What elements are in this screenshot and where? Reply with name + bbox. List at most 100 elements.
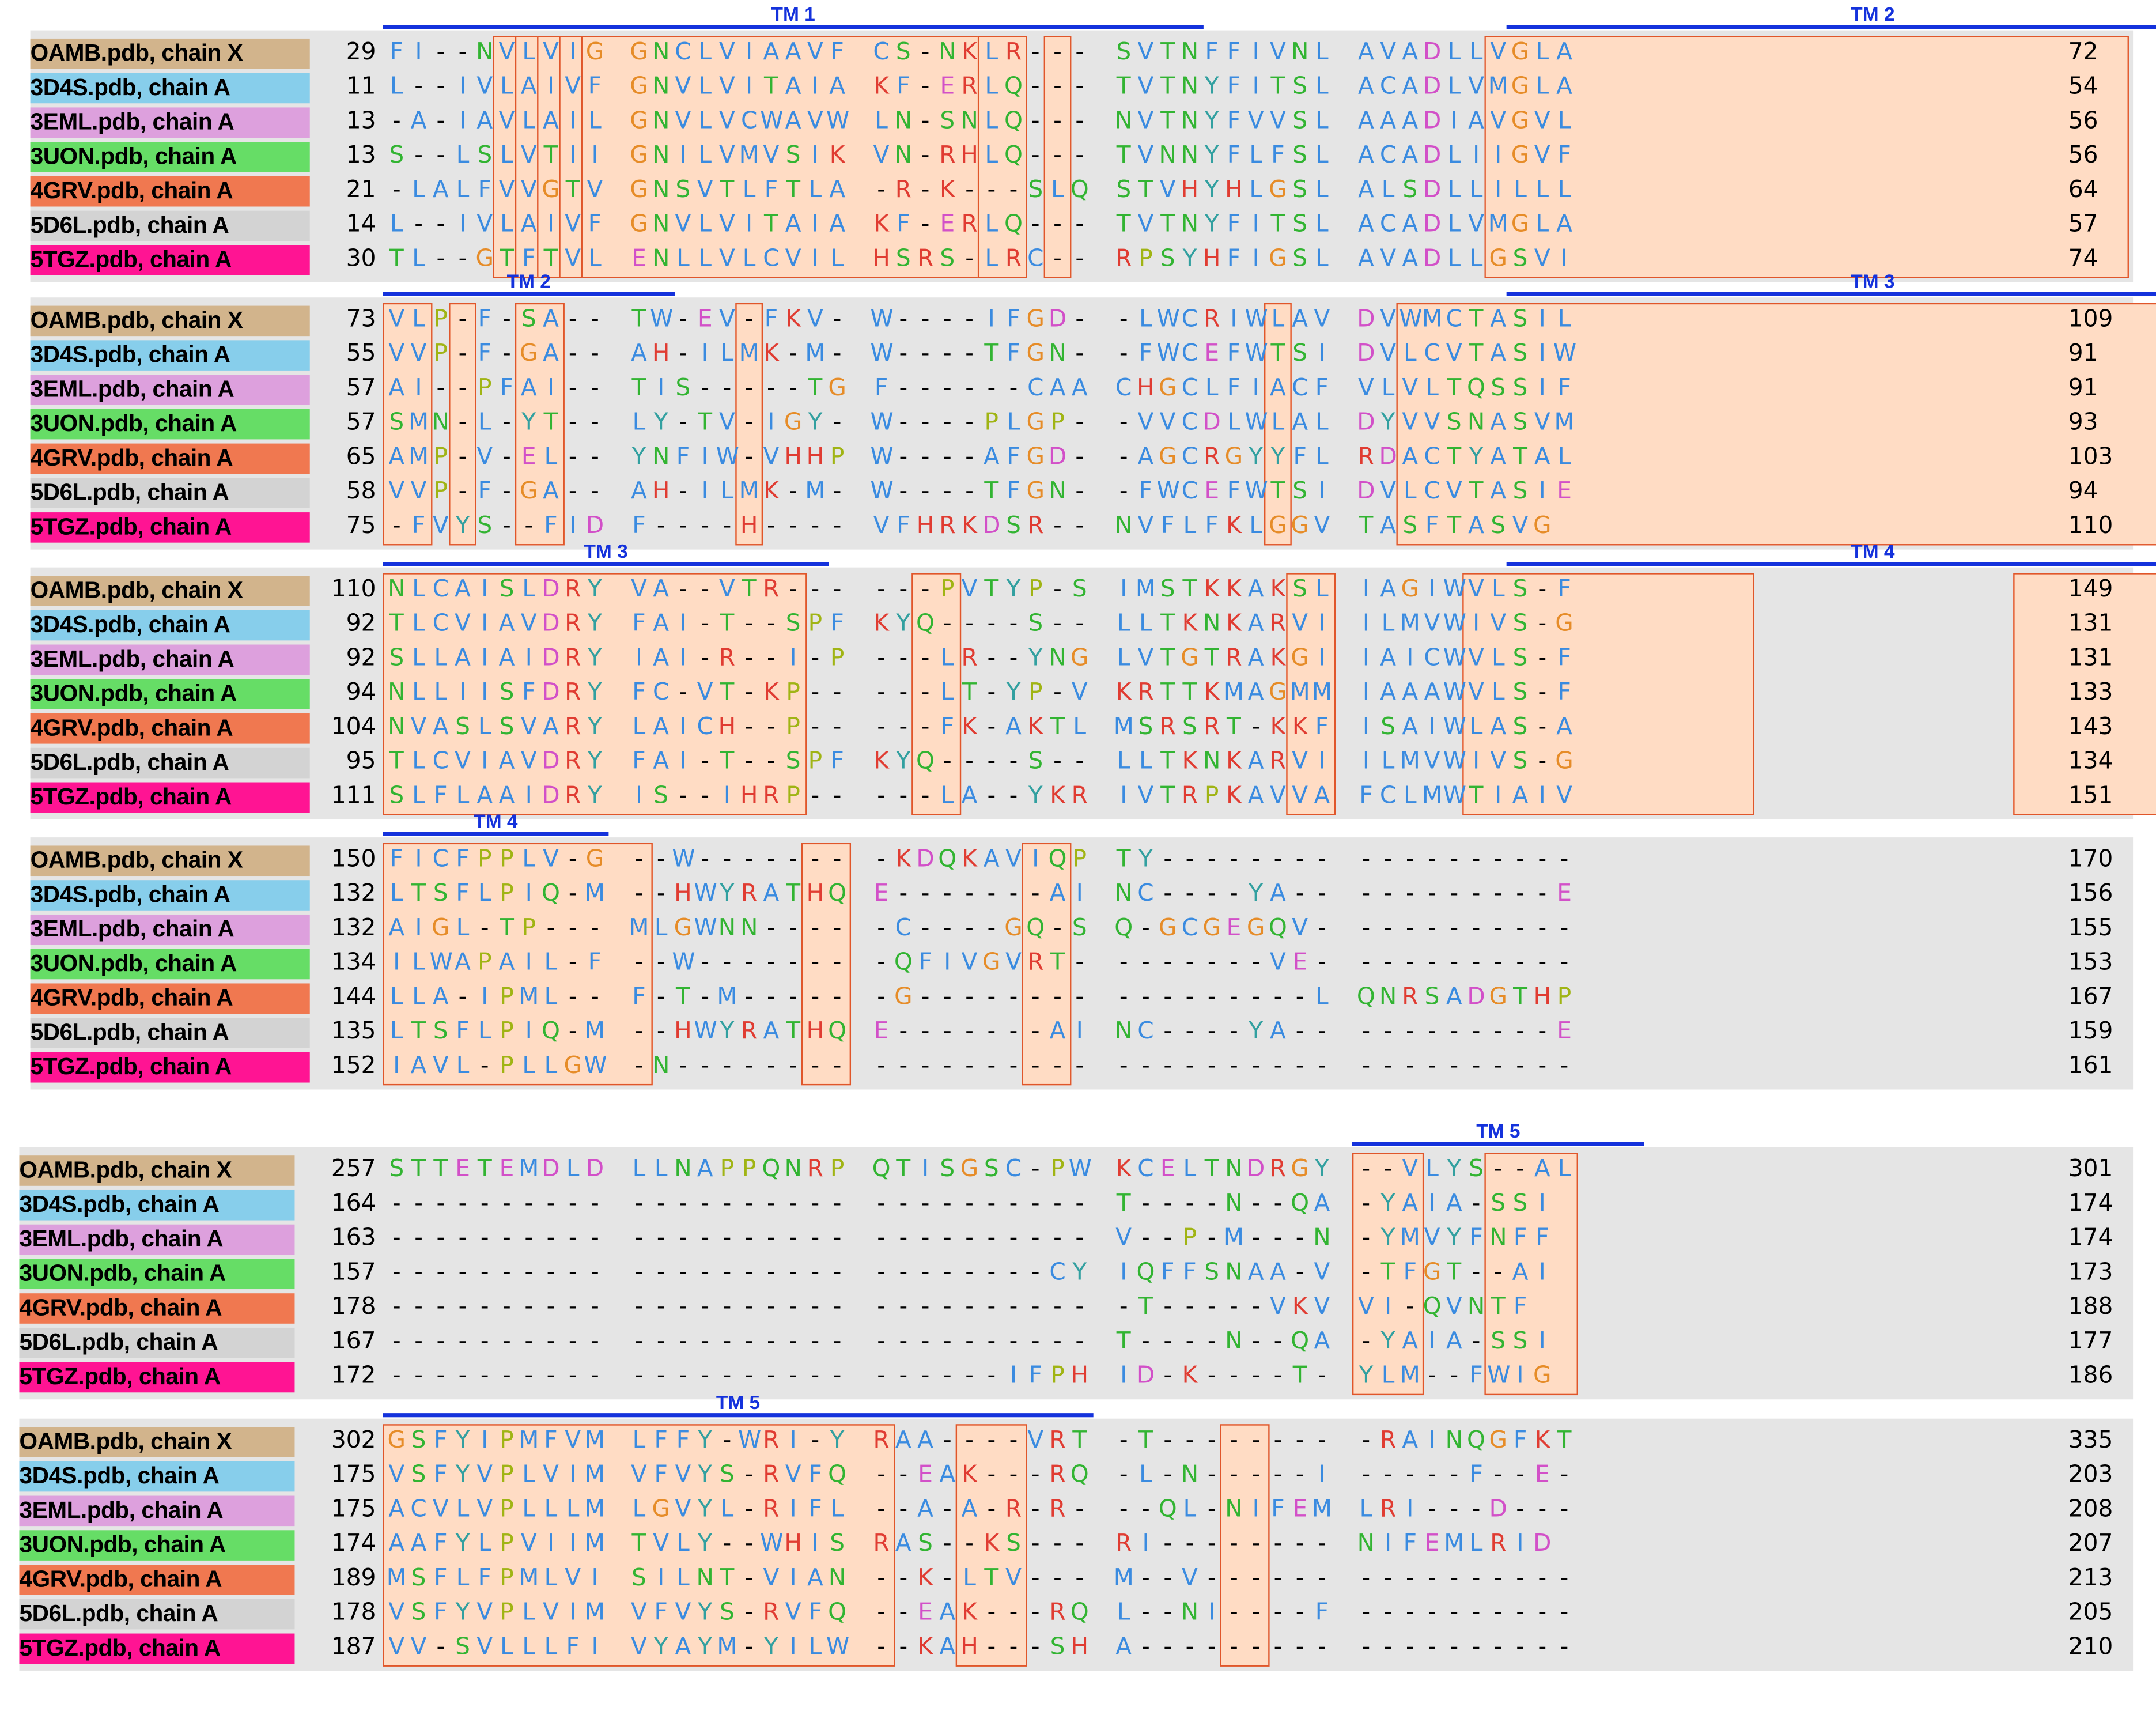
sequence-row: S--LSLVTIIGNILVMVSIKVN-RHLQ---TVNNYFLFSL… — [389, 142, 1571, 169]
sequence-name: OAMB.pdb, chain X — [19, 1155, 295, 1186]
end-position: 167 — [2068, 983, 2113, 1011]
sequence-row: AIGL-TP---MLGWNN-----C----GQ-SQ-GCGEGQV-… — [388, 914, 1569, 942]
sequence-name: 4GRV.pdb, chain A — [30, 176, 310, 207]
sequence-name: 5TGZ.pdb, chain A — [30, 512, 310, 543]
sequence-name: 5TGZ.pdb, chain A — [30, 245, 310, 276]
end-position: 210 — [2068, 1633, 2113, 1661]
sequence-name: OAMB.pdb, chain X — [30, 38, 310, 69]
sequence-row: SLLAIAIDRYIAI-R--I-P---LR--YNGLVTGTRAKGI… — [389, 644, 1571, 673]
end-position: 74 — [2068, 245, 2098, 273]
tm-segment-label: TM 2 — [506, 270, 551, 292]
end-position: 131 — [2068, 610, 2113, 638]
sequence-name: 4GRV.pdb, chain A — [30, 713, 310, 744]
start-position: 174 — [331, 1530, 376, 1558]
end-position: 159 — [2068, 1018, 2113, 1046]
conserved-region-box — [1484, 36, 2129, 278]
end-position: 143 — [2068, 713, 2113, 741]
tm-segment-bar — [383, 832, 609, 836]
start-position: 175 — [331, 1495, 376, 1524]
tm-segment-label: TM 5 — [716, 1391, 761, 1414]
end-position: 203 — [2068, 1461, 2113, 1489]
end-position: 153 — [2068, 949, 2113, 977]
sequence-row: ------------------------------T----N--QA… — [392, 1189, 1546, 1218]
sequence-row: ------------------------------V--P-M---N… — [392, 1224, 1549, 1252]
sequence-row: TLCVIAVDRYFAI-T--SPFKYQ----S--LLTKNKARVI… — [389, 747, 1573, 776]
alignment-figure: TM 1 TM 2 OAMB.pdb, chain X 29 F I - - N V L V I G G N C… — [0, 0, 2156, 1715]
start-position: 157 — [331, 1259, 376, 1287]
end-position: 174 — [2068, 1224, 2113, 1252]
start-position: 144 — [331, 983, 376, 1011]
end-position: 170 — [2068, 845, 2113, 874]
end-position: 208 — [2068, 1495, 2113, 1524]
end-position: 54 — [2068, 73, 2098, 101]
start-position: 172 — [331, 1362, 376, 1390]
end-position: 156 — [2068, 880, 2113, 908]
sequence-row: NLCAISLDRYVA--VTR------PVTYP-SIMSTKKAKSL… — [388, 576, 1571, 603]
end-position: 56 — [2068, 142, 2098, 169]
start-position: 73 — [346, 305, 376, 334]
end-position: 174 — [2068, 1189, 2113, 1218]
end-position: 161 — [2068, 1052, 2113, 1080]
start-position: 65 — [346, 443, 376, 471]
end-position: 94 — [2068, 478, 2098, 506]
end-position: 91 — [2068, 340, 2098, 368]
end-position: 205 — [2068, 1599, 2113, 1627]
start-position: 11 — [346, 73, 376, 101]
sequence-name: 5D6L.pdb, chain A — [30, 478, 310, 508]
end-position: 93 — [2068, 409, 2098, 437]
sequence-name: 3UON.pdb, chain A — [30, 679, 310, 709]
sequence-name: 5TGZ.pdb, chain A — [19, 1362, 295, 1393]
end-position: 64 — [2068, 176, 2098, 204]
sequence-name: 3EML.pdb, chain A — [30, 914, 310, 945]
sequence-row: GSFYIPMFVMLFFY-WRI-YRAA----VRT-T--------… — [387, 1427, 1572, 1455]
sequence-name: 5D6L.pdb, chain A — [30, 210, 310, 241]
sequence-name: 3D4S.pdb, chain A — [19, 1461, 295, 1492]
sequence-name: 3UON.pdb, chain A — [19, 1530, 295, 1561]
sequence-name: 3UON.pdb, chain A — [30, 949, 310, 980]
end-position: 131 — [2068, 644, 2113, 673]
end-position: 56 — [2068, 107, 2098, 135]
sequence-row: STTETEMDLDLLNAPPQNRPQTISGSC-PWKCELTNDRGY… — [389, 1155, 1571, 1184]
end-position: 91 — [2068, 375, 2098, 402]
end-position: 103 — [2068, 443, 2113, 471]
sequence-row: SLFLAAIDRYIS--IHRP-----LA--YKRIVTRPKAVVA… — [389, 782, 1572, 810]
end-position: 186 — [2068, 1362, 2113, 1390]
sequence-name: 3EML.pdb, chain A — [19, 1224, 295, 1255]
sequence-row: -------------------------------T-----VKV… — [392, 1293, 1527, 1321]
start-position: 302 — [331, 1427, 376, 1455]
end-position: 134 — [2068, 747, 2113, 776]
start-position: 95 — [346, 747, 376, 776]
tm-segment-label: TM 3 — [1851, 270, 1895, 292]
start-position: 257 — [331, 1155, 376, 1184]
sequence-name: 5TGZ.pdb, chain A — [19, 1633, 295, 1664]
end-position: 110 — [2068, 512, 2113, 540]
sequence-name: 3D4S.pdb, chain A — [19, 1189, 295, 1221]
sequence-name: 3UON.pdb, chain A — [30, 409, 310, 440]
tm-segment-bar — [1506, 25, 2156, 28]
sequence-row: L--IVLAIVFGNVLVITAIAKF-ERLQ---TVTNYFITSL… — [389, 210, 1572, 239]
sequence-row: TLCVIAVDRYFAI-T--SPFKYQ----S--LLTKNKARVI… — [389, 610, 1573, 638]
start-position: 13 — [346, 142, 376, 169]
sequence-row: LLA-IPML--F-T-M------G-----------------L… — [389, 983, 1572, 1011]
sequence-name: 5D6L.pdb, chain A — [19, 1599, 295, 1630]
sequence-name: 4GRV.pdb, chain A — [30, 983, 310, 1014]
end-position: 151 — [2068, 782, 2113, 810]
end-position: 72 — [2068, 38, 2098, 66]
sequence-row: AI--PFAI--TIS-----TGF------CAACHGCLFIACF… — [388, 375, 1571, 402]
sequence-name: 3EML.pdb, chain A — [19, 1495, 295, 1527]
end-position: 149 — [2068, 576, 2113, 603]
sequence-name: 5D6L.pdb, chain A — [30, 747, 310, 779]
start-position: 21 — [346, 176, 376, 204]
sequence-row: TL--GTFTVLENLLVLCVILHSRS-LRC--RPSYHFIGSL… — [389, 245, 1568, 273]
end-position: 213 — [2068, 1565, 2113, 1592]
start-position: 135 — [331, 1018, 376, 1046]
sequence-row: IAVL-PLLGW-N----------------------------… — [393, 1052, 1569, 1080]
sequence-row: AAFYLPVIIMTVLY--WHISRAS--KS---RI--------… — [388, 1530, 1552, 1558]
start-position: 152 — [331, 1052, 376, 1080]
end-position: 133 — [2068, 679, 2113, 707]
sequence-row: VLP-F-SA--TW-EV-FKV-W----IFGD--LWCRIWLAV… — [388, 305, 1571, 334]
sequence-name: 5TGZ.pdb, chain A — [30, 782, 310, 813]
sequence-row: LTSFLPIQ-M--HWYRATHQE-------AINC----YA--… — [389, 1018, 1572, 1046]
sequence-name: 5TGZ.pdb, chain A — [30, 1052, 310, 1083]
sequence-row: VVP-F-GA--AH-ILMK-M-W----TFGN--FWCEFWTSI… — [388, 478, 1572, 506]
